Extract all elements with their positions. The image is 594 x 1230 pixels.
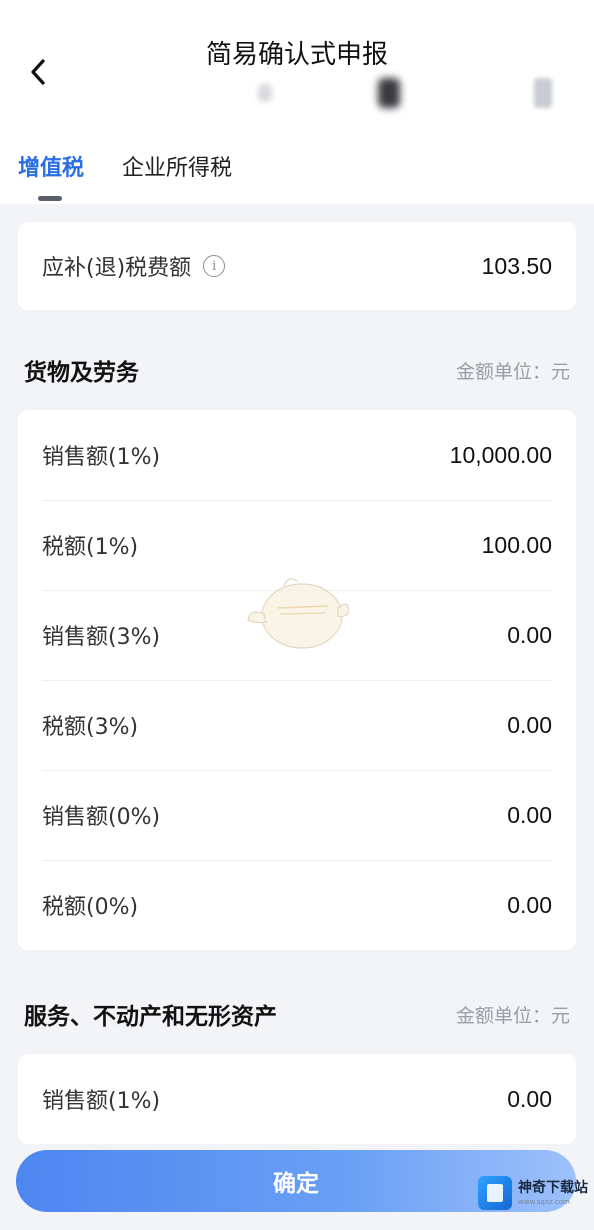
redacted-info: [534, 78, 552, 108]
watermark-title: 神奇下载站: [518, 1179, 588, 1196]
info-icon[interactable]: i: [203, 255, 226, 277]
row-label: 销售额(1%): [42, 1089, 161, 1114]
summary-card: 应补(退)税费额 i 103.50: [18, 222, 576, 310]
row-value: 100.00: [481, 531, 552, 558]
section-title: 货物及劳务: [24, 360, 139, 386]
goods-card: 销售额(1%) 10,000.00 税额(1%) 100.00 销售额(3%) …: [18, 410, 576, 950]
row-value: 0.00: [507, 801, 552, 828]
row-label: 税额(1%): [42, 535, 139, 560]
redacted-info: [258, 84, 272, 102]
redacted-info: [378, 78, 400, 108]
section-title: 服务、不动产和无形资产: [24, 1004, 277, 1030]
row-label: 销售额(3%): [42, 625, 161, 650]
row-value: 0.00: [507, 711, 552, 738]
table-row: 销售额(0%) 0.00: [18, 770, 576, 860]
amount-unit-label: 金额单位：元: [455, 1004, 570, 1027]
row-label: 税额(0%): [42, 895, 139, 920]
table-row: 税额(3%) 0.00: [18, 680, 576, 770]
services-card: 销售额(1%) 0.00: [18, 1054, 576, 1144]
tax-due-value: 103.50: [481, 252, 552, 279]
top-bar: 简易确认式申报: [0, 0, 594, 128]
table-row: 销售额(1%) 0.00: [18, 1054, 576, 1144]
row-label: 税额(3%): [42, 715, 139, 740]
goods-section-header: 货物及劳务 金额单位：元: [0, 340, 594, 400]
table-row: 税额(0%) 0.00: [18, 860, 576, 950]
tab-corporate-income-tax[interactable]: 企业所得税: [122, 150, 232, 182]
active-tab-indicator: [38, 196, 62, 201]
tax-due-label: 应补(退)税费额: [42, 256, 192, 281]
mascot-watermark: [247, 578, 349, 649]
row-label: 销售额(1%): [42, 445, 161, 470]
watermark-text-group: 神奇下载站 www.sqxz.com: [518, 1181, 588, 1206]
page-title: 简易确认式申报: [205, 40, 388, 70]
site-logo-icon: [478, 1176, 512, 1210]
site-watermark: 神奇下载站 www.sqxz.com: [478, 1168, 590, 1218]
tax-due-row: 应补(退)税费额 i 103.50: [18, 222, 576, 310]
watermark-url: www.sqxz.com: [518, 1197, 570, 1206]
tab-vat[interactable]: 增值税: [18, 150, 84, 182]
row-value: 0.00: [507, 891, 552, 918]
row-value: 0.00: [507, 621, 552, 648]
row-label: 销售额(0%): [42, 805, 161, 830]
row-value: 0.00: [507, 1085, 552, 1112]
tab-bar: 增值税 企业所得税: [0, 128, 594, 204]
services-section-header: 服务、不动产和无形资产 金额单位：元: [0, 984, 594, 1044]
amount-unit-label: 金额单位：元: [455, 360, 570, 383]
row-value: 10,000.00: [449, 441, 552, 468]
table-row: 销售额(1%) 10,000.00: [18, 410, 576, 500]
tax-due-label-group: 应补(退)税费额 i: [42, 250, 226, 282]
